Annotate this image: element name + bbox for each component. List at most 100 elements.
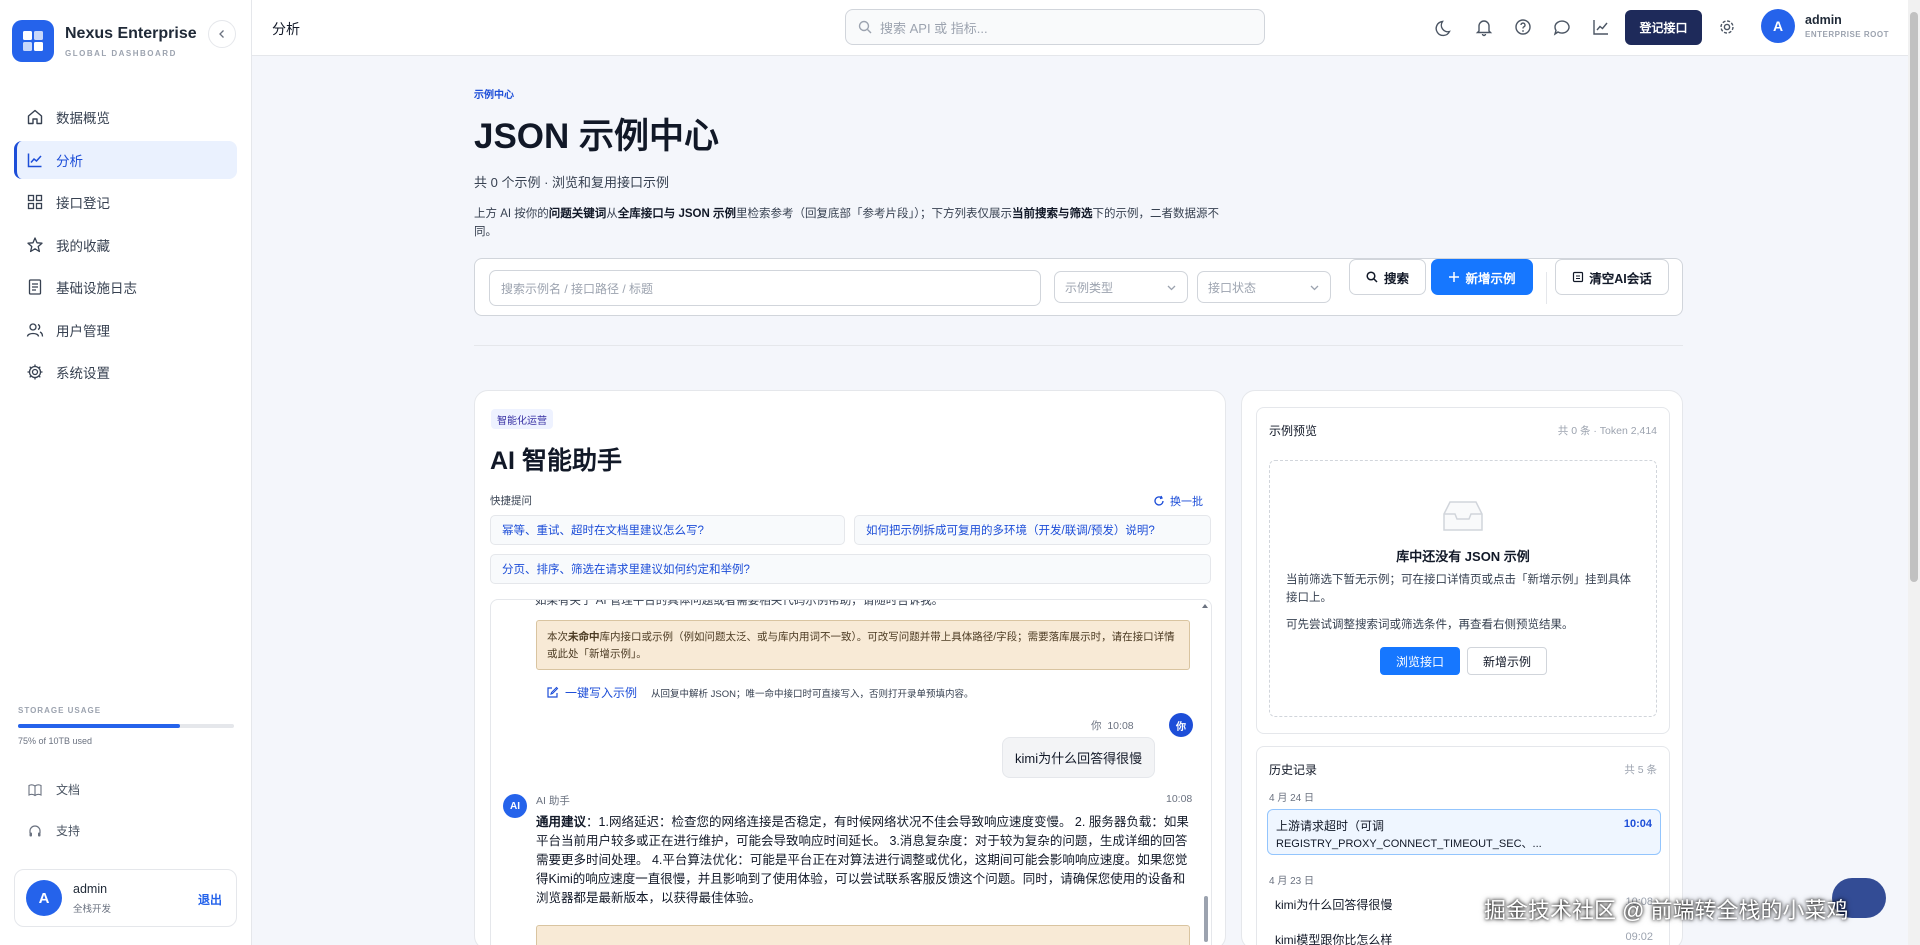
refresh-icon [1154, 495, 1164, 506]
page-scrollbar[interactable] [1908, 0, 1920, 945]
bell-icon[interactable] [1474, 17, 1494, 37]
search-icon [858, 20, 872, 34]
quick-question-chip[interactable]: 分页、排序、筛选在请求里建议如何约定和举例? [490, 554, 1211, 584]
api-status-select[interactable]: 接口状态 [1197, 271, 1331, 303]
history-item-time: 09:02 [1625, 931, 1653, 943]
api-status-placeholder: 接口状态 [1208, 280, 1257, 295]
sidebar-item-analytics[interactable]: 分析 [14, 140, 237, 179]
sidebar-item-label: 我的收藏 [56, 238, 110, 254]
ai-panel-title: AI 智能助手 [490, 447, 622, 475]
ai-message-sender: AI 助手 [536, 795, 570, 807]
ai-message-avatar: AI [503, 794, 527, 818]
moon-icon[interactable] [1435, 17, 1455, 37]
logout-button[interactable]: 退出 [198, 891, 222, 908]
ai-message-time: 10:08 [1166, 793, 1193, 805]
header-user-menu[interactable]: A admin ENTERPRISE ROOT [1761, 9, 1889, 43]
sidebar-item-favorites[interactable]: 我的收藏 [14, 226, 237, 264]
add-example-secondary-button[interactable]: 新增示例 [1467, 647, 1547, 675]
page-scrollbar-thumb[interactable] [1910, 12, 1918, 582]
desc-text: 上方 AI 按你的 [474, 208, 549, 220]
chart-line-icon [27, 153, 42, 167]
history-item-title: kimi模型跟你比怎么样 [1275, 933, 1393, 945]
refresh-questions-button[interactable]: 换一批 [1153, 493, 1203, 509]
browse-api-button[interactable]: 浏览接口 [1380, 647, 1460, 675]
gear-icon[interactable] [1717, 17, 1737, 37]
star-icon [27, 236, 43, 252]
header-user-name: admin [1805, 13, 1842, 27]
desc-text: 里检索参考（回复底部「参考片段」）；下方列表仅展示 [735, 208, 1012, 220]
top-header: 分析 搜索 API 或 指标... 登记接口 A admin ENTERPRIS… [252, 0, 1920, 56]
docs-link-label: 文档 [56, 783, 81, 797]
write-example-link[interactable]: 一键写入示例 [565, 684, 637, 701]
no-match-warning: 本次未命中库内接口或示例（例如问题太泛、或与库内用词不一致）。可改写问题并带上具… [536, 620, 1190, 670]
page-subtitle: 共 0 个示例 · 浏览和复用接口示例 [474, 175, 670, 190]
example-type-placeholder: 示例类型 [1065, 280, 1114, 295]
ai-message-text: ：1.网络延迟：检查您的网络连接是否稳定，有时候网络状况不佳会导致响应速度变慢。… [536, 815, 1189, 905]
example-preview-card: 示例预览 共 0 条 · Token 2,414 库中还没有 JSON 示例 当… [1256, 407, 1670, 734]
sidebar-item-label: 用户管理 [56, 323, 110, 339]
desc-text: 从 [606, 208, 618, 220]
history-date: 4 月 23 日 [1269, 876, 1315, 887]
book-icon [28, 783, 42, 796]
write-example-note: 从回复中解析 JSON；唯一命中接口时可直接写入，否则打开录单预填内容。 [651, 688, 974, 700]
user-message-sender: 你 [1091, 720, 1102, 732]
sidebar-item-overview[interactable]: 数据概览 [14, 98, 237, 136]
search-button[interactable]: 搜索 [1349, 259, 1426, 295]
quick-question-chip[interactable]: 幂等、重试、超时在文档里建议怎么写? [490, 515, 845, 545]
chat-scrollbar[interactable] [1201, 600, 1209, 945]
quick-question-chip[interactable]: 如何把示例拆成可复用的多环境（开发/联调/预发）说明? [854, 515, 1211, 545]
register-api-button[interactable]: 登记接口 [1625, 10, 1702, 45]
brand[interactable]: Nexus Enterprise GLOBAL DASHBOARD [12, 20, 197, 62]
sidebar: Nexus Enterprise GLOBAL DASHBOARD 数据概览 分… [0, 0, 252, 945]
docs-link[interactable]: 文档 [28, 781, 80, 798]
storage-text: 75% of 10TB used [18, 736, 93, 746]
chat-icon[interactable] [1552, 17, 1572, 37]
section-divider [474, 345, 1683, 346]
edit-icon [547, 686, 559, 698]
empty-state: 库中还没有 JSON 示例 当前筛选下暂无示例；可在接口详情页或点击「新增示例」… [1269, 460, 1657, 717]
users-icon [26, 322, 44, 337]
search-placeholder: 搜索 API 或 指标... [880, 20, 988, 36]
preview-meta: 共 0 条 · Token 2,414 [1557, 425, 1657, 437]
example-search-input[interactable]: 搜索示例名 / 接口路径 / 标题 [489, 270, 1041, 306]
refresh-label: 换一批 [1170, 496, 1203, 508]
brand-logo-icon [12, 20, 54, 62]
history-item-title: kimi为什么回答得很慢 [1275, 898, 1393, 912]
warning-text: 本次未命中库内接口或示例（例如问题太泛、或与库内用词不一致）。可改写问题并带上具… [547, 631, 1175, 660]
user-name: admin [73, 881, 108, 896]
empty-inbox-icon [1443, 501, 1483, 531]
chart-line-icon[interactable] [1591, 17, 1611, 37]
support-link[interactable]: 支持 [28, 822, 80, 839]
help-icon[interactable] [1513, 17, 1533, 37]
home-icon [27, 109, 43, 125]
history-item[interactable]: kimi模型跟你比怎么样 09:02 [1267, 927, 1661, 945]
storage-usage: STORAGE USAGE 75% of 10TB used [18, 706, 234, 746]
collapse-sidebar-button[interactable] [208, 20, 236, 48]
example-type-select[interactable]: 示例类型 [1054, 271, 1188, 303]
history-item[interactable]: 上游请求超时（可调 REGISTRY_PROXY_CONNECT_TIMEOUT… [1267, 809, 1661, 855]
clear-ai-session-button[interactable]: 清空AI会话 [1555, 259, 1669, 295]
sidebar-item-users[interactable]: 用户管理 [14, 311, 237, 349]
chat-messages[interactable]: 如果有关于 AI 管理平台的具体问题或者需要相关代码示例帮助，请随时告诉我。 本… [490, 599, 1212, 945]
sidebar-item-api-registry[interactable]: 接口登记 [14, 183, 237, 221]
empty-description-hint: 可先尝试调整搜索词或筛选条件，再查看右侧预览结果。 [1286, 619, 1574, 631]
breadcrumb: 示例中心 [474, 90, 514, 101]
user-message-meta: 你 10:08 [1091, 718, 1134, 733]
chat-scrollbar-thumb[interactable] [1204, 896, 1208, 942]
history-count: 共 5 条 [1624, 764, 1657, 776]
storage-title: STORAGE USAGE [18, 706, 102, 715]
history-item-time: 10:04 [1623, 818, 1652, 830]
page-title: JSON 示例中心 [474, 117, 720, 156]
write-example-bar: 一键写入示例 从回复中解析 JSON；唯一命中接口时可直接写入，否则打开录单预填… [546, 684, 974, 701]
sidebar-item-settings[interactable]: 系统设置 [14, 353, 237, 391]
add-example-button[interactable]: 新增示例 [1431, 259, 1533, 295]
chevron-down-icon [1310, 285, 1319, 291]
user-message-time: 10:08 [1107, 720, 1134, 732]
sidebar-item-infra-logs[interactable]: 基础设施日志 [14, 268, 237, 306]
user-role: 全栈开发 [73, 903, 112, 915]
clear-ai-session-label: 清空AI会话 [1589, 271, 1652, 286]
history-title: 历史记录 [1269, 763, 1318, 777]
quick-questions-label: 快捷提问 [490, 495, 532, 507]
chevron-down-icon [1167, 285, 1176, 291]
global-search-input[interactable]: 搜索 API 或 指标... [845, 9, 1265, 45]
